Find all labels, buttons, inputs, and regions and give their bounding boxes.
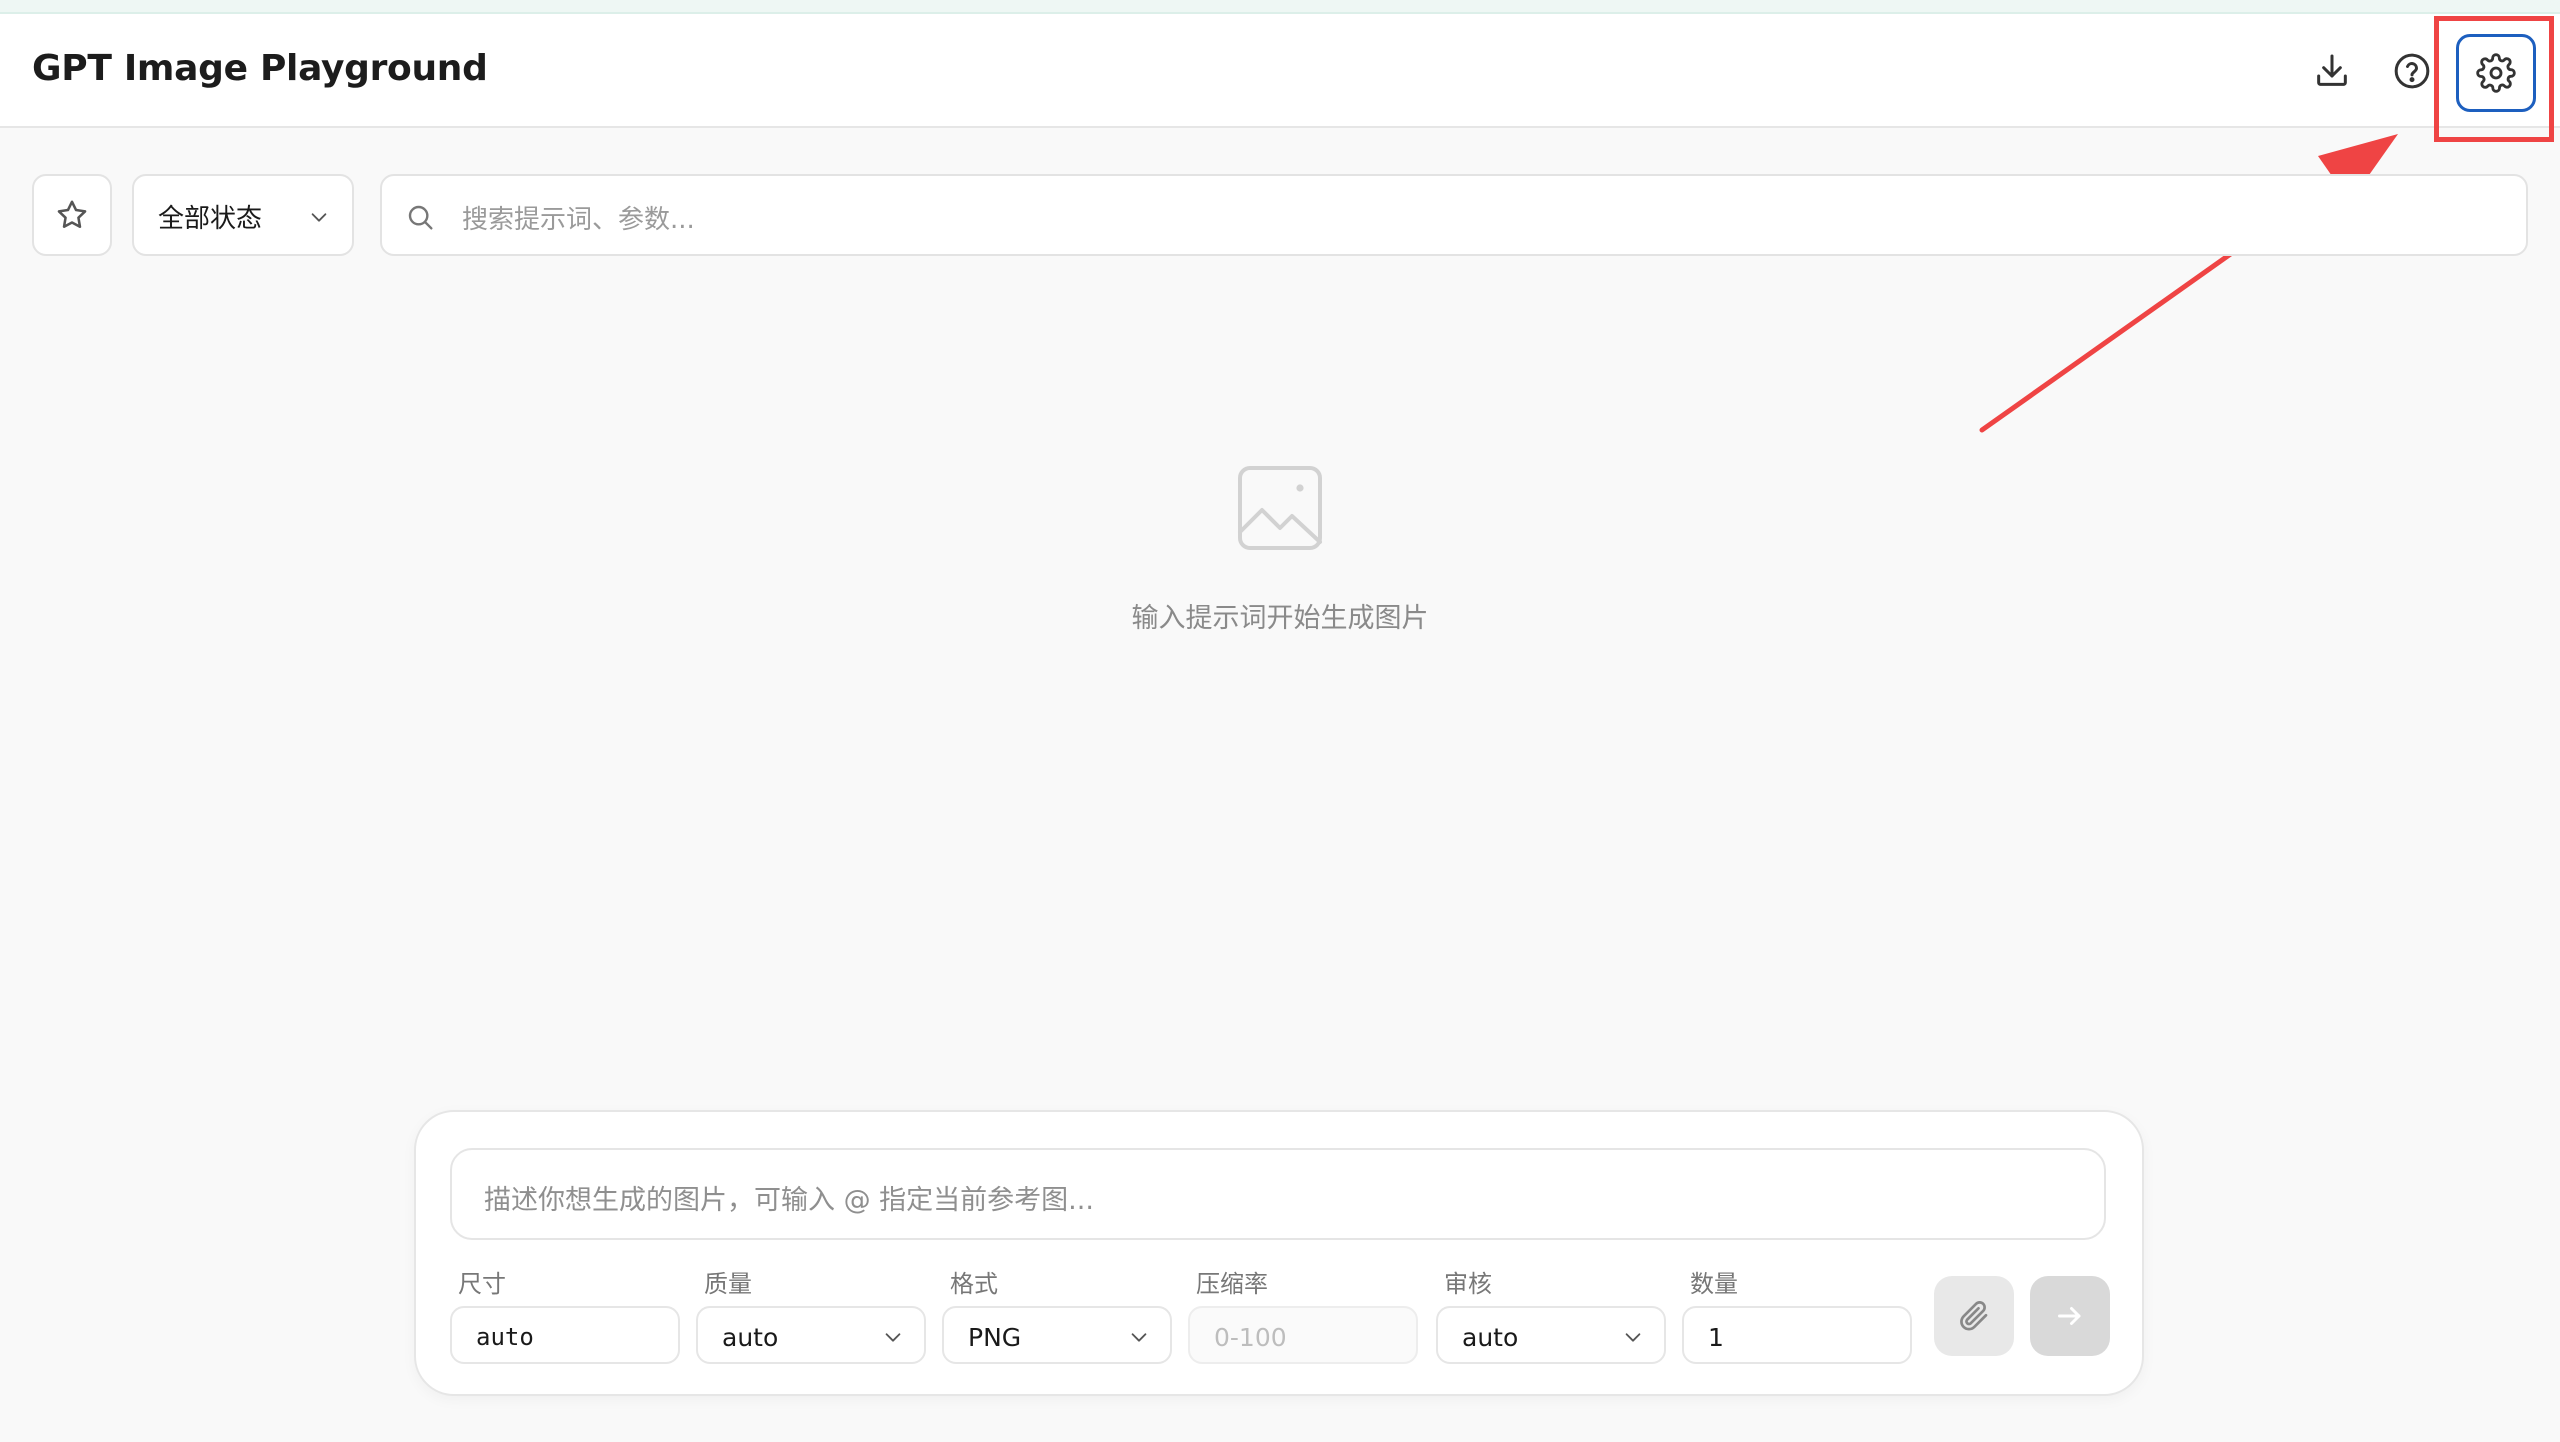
count-label: 数量 [1690, 1270, 1738, 1298]
quality-label: 质量 [704, 1270, 752, 1298]
format-select[interactable]: PNG [942, 1306, 1172, 1364]
size-value: auto [476, 1323, 534, 1351]
moderation-value: auto [1462, 1323, 1519, 1352]
prompt-placeholder: 描述你想生成的图片，可输入 @ 指定当前参考图... [484, 1185, 1094, 1216]
send-button[interactable] [2030, 1276, 2110, 1356]
prompt-input[interactable]: 描述你想生成的图片，可输入 @ 指定当前参考图... [450, 1148, 2106, 1240]
compression-label: 压缩率 [1196, 1270, 1268, 1298]
count-value: 1 [1708, 1323, 1724, 1352]
status-filter-value: 全部状态 [158, 204, 263, 234]
format-label: 格式 [950, 1270, 998, 1298]
star-icon [57, 200, 87, 228]
favorites-filter-button[interactable] [32, 174, 112, 256]
app-title: GPT Image Playground [32, 48, 488, 89]
chevron-down-icon [1625, 1333, 1641, 1342]
status-filter-select[interactable]: 全部状态 [132, 174, 354, 256]
chevron-down-icon [885, 1333, 901, 1342]
compression-placeholder: 0-100 [1214, 1323, 1287, 1352]
quality-field: 质量 auto [696, 1264, 926, 1364]
count-input[interactable]: 1 [1682, 1306, 1912, 1364]
download-icon [2317, 54, 2347, 86]
moderation-label: 审核 [1444, 1270, 1492, 1298]
app-header: GPT Image Playground [0, 14, 2560, 128]
quality-select[interactable]: auto [696, 1306, 926, 1364]
size-input[interactable]: auto [450, 1306, 680, 1364]
empty-state-message: 输入提示词开始生成图片 [1131, 603, 1429, 634]
empty-state: 输入提示词开始生成图片 [1080, 460, 1480, 635]
format-field: 格式 PNG [942, 1264, 1172, 1364]
filter-bar: 全部状态 搜索提示词、参数... [32, 174, 2528, 258]
window-top-strip [0, 0, 2560, 14]
size-field: 尺寸 auto [450, 1264, 680, 1364]
search-placeholder: 搜索提示词、参数... [462, 205, 695, 235]
arrow-right-icon [2058, 1307, 2081, 1325]
quality-value: auto [722, 1323, 779, 1352]
size-label: 尺寸 [458, 1270, 506, 1298]
search-input[interactable]: 搜索提示词、参数... [380, 174, 2528, 256]
prompt-composer: 描述你想生成的图片，可输入 @ 指定当前参考图... 尺寸 auto 质量 au… [414, 1110, 2144, 1396]
chevron-down-icon [311, 213, 327, 222]
attach-button[interactable] [1934, 1276, 2014, 1356]
moderation-field: 审核 auto [1436, 1264, 1666, 1364]
chevron-down-icon [1131, 1333, 1147, 1342]
count-field: 数量 1 [1682, 1264, 1912, 1364]
format-value: PNG [968, 1323, 1022, 1352]
image-placeholder-icon [1238, 466, 1322, 550]
download-button[interactable] [2297, 36, 2367, 106]
highlight-box [2434, 16, 2554, 142]
help-icon [2394, 53, 2430, 89]
compression-input[interactable]: 0-100 [1188, 1306, 1418, 1364]
search-icon [408, 205, 433, 230]
moderation-select[interactable]: auto [1436, 1306, 1666, 1364]
paperclip-icon [1960, 1301, 1988, 1331]
compression-field: 压缩率 0-100 [1188, 1264, 1418, 1364]
